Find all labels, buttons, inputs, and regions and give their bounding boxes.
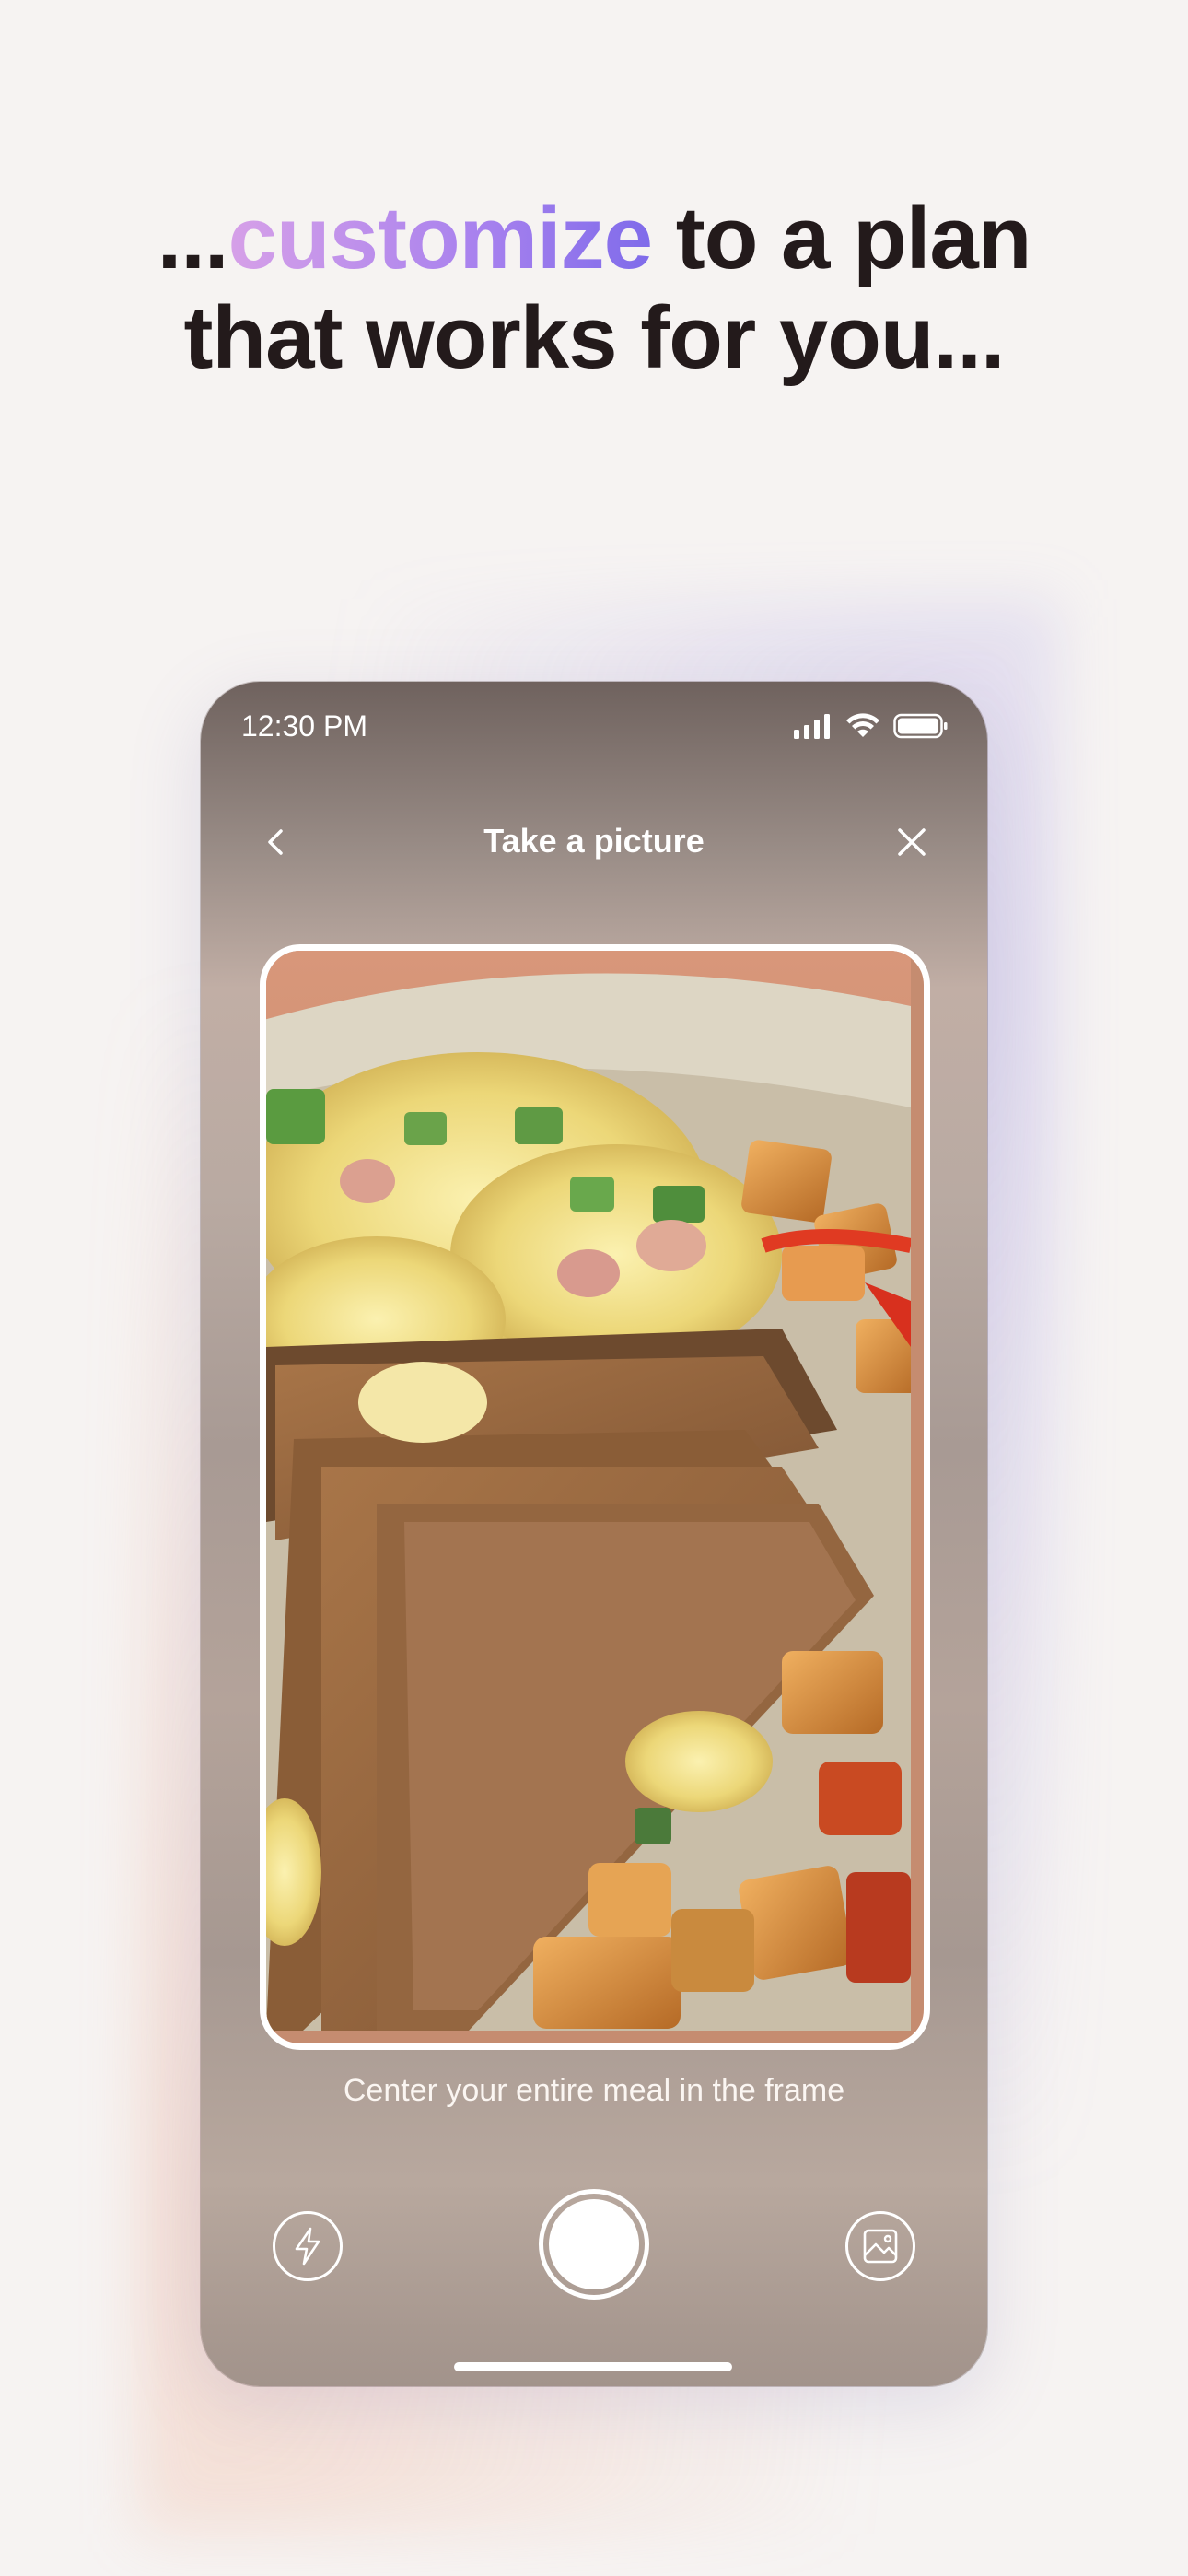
camera-viewfinder <box>260 944 930 2050</box>
battery-icon <box>893 713 949 744</box>
headline-line-1: ...customize to a plan <box>0 189 1188 288</box>
status-time: 12:30 PM <box>241 709 367 743</box>
shutter-button-inner <box>549 2199 639 2289</box>
headline-accent: customize <box>227 189 653 287</box>
phone-mockup: 12:30 PM Take a picture Center your enti… <box>201 682 987 2386</box>
home-indicator[interactable] <box>454 2362 732 2371</box>
flash-button[interactable] <box>273 2211 343 2281</box>
meal-photo <box>266 951 911 2031</box>
gallery-icon <box>863 2229 898 2264</box>
wifi-icon <box>845 713 880 744</box>
headline-prefix: ... <box>157 189 229 287</box>
gallery-button[interactable] <box>845 2211 915 2281</box>
close-icon <box>898 828 926 856</box>
page-title: Take a picture <box>483 822 705 860</box>
headline: ...customize to a plan that works for yo… <box>0 189 1188 388</box>
status-bar: 12:30 PM <box>201 682 987 792</box>
camera-hint: Center your entire meal in the frame <box>343 2073 845 2108</box>
headline-line-2: that works for you... <box>183 288 1005 387</box>
headline-line1-rest: to a plan <box>652 189 1032 287</box>
shutter-button[interactable] <box>539 2189 649 2300</box>
close-button[interactable] <box>891 822 932 862</box>
flash-icon <box>295 2227 320 2266</box>
status-icons <box>794 713 949 744</box>
signal-icon <box>794 713 833 744</box>
nav-bar: Take a picture <box>201 802 987 884</box>
